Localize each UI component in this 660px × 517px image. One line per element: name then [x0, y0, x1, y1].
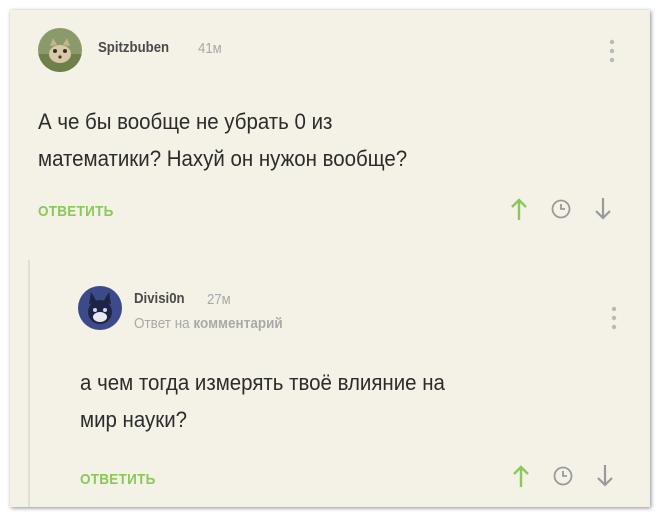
comment-text-line: А че бы вообще не убрать 0 из — [38, 109, 333, 134]
reply-button[interactable]: ОТВЕТИТЬ — [38, 203, 114, 220]
timestamp: 41м — [198, 40, 222, 57]
reply-to-link[interactable]: комментарий — [193, 315, 282, 332]
comment-text-line: а чем тогда измерять твоё влияние на — [80, 370, 445, 395]
avatar[interactable] — [78, 286, 122, 330]
reply-comment: Divisi0n 27м Ответ на комментарий а чем … — [28, 260, 650, 507]
reply-to-label: Ответ на комментарий — [134, 315, 283, 332]
more-vertical-icon[interactable] — [611, 305, 617, 336]
comment-text-line: мир науки? — [80, 407, 188, 432]
username[interactable]: Spitzbuben — [98, 39, 169, 56]
comment-actions — [510, 197, 634, 226]
downvote-arrow-icon[interactable] — [594, 197, 612, 226]
comment-actions — [512, 464, 636, 493]
clock-icon[interactable] — [552, 465, 574, 492]
more-vertical-icon[interactable] — [609, 38, 615, 69]
upvote-arrow-icon[interactable] — [512, 464, 530, 493]
comment: Spitzbuben 41м А че бы вообще не убрать … — [10, 10, 650, 260]
comment-text-line: математики? Нахуй он нужон вообще? — [38, 146, 408, 171]
upvote-arrow-icon[interactable] — [510, 197, 528, 226]
comments-panel: Spitzbuben 41м А че бы вообще не убрать … — [10, 10, 650, 507]
comment-text: а чем тогда измерять твоё влияние на мир… — [80, 364, 638, 438]
reply-to-prefix: Ответ на — [134, 315, 190, 332]
username[interactable]: Divisi0n — [134, 290, 185, 307]
timestamp: 27м — [207, 291, 231, 308]
reply-button[interactable]: ОТВЕТИТЬ — [80, 471, 156, 488]
avatar[interactable] — [38, 28, 82, 72]
clock-icon[interactable] — [550, 198, 572, 225]
comment-text: А че бы вообще не убрать 0 из математики… — [38, 103, 596, 177]
downvote-arrow-icon[interactable] — [596, 464, 614, 493]
